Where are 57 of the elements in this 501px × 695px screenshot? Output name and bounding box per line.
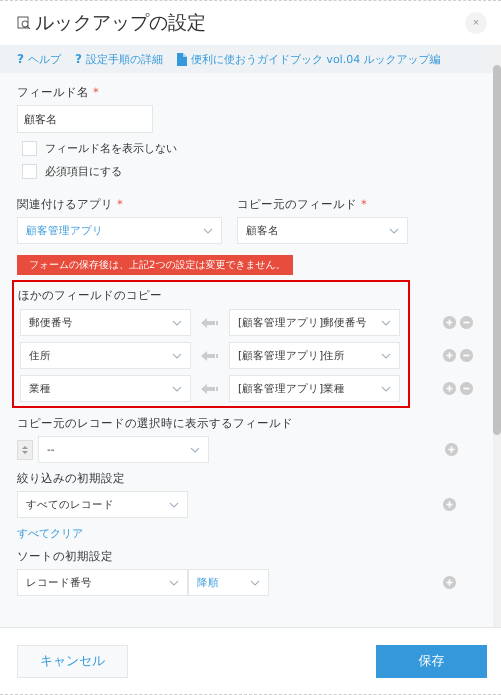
checkbox[interactable] bbox=[22, 141, 37, 156]
chevron-down-icon bbox=[381, 386, 391, 392]
chevron-down-icon bbox=[169, 502, 179, 508]
field-label: コピー元のフィールド bbox=[237, 197, 357, 212]
add-icon[interactable] bbox=[443, 498, 456, 511]
dropdown[interactable]: 業種 bbox=[20, 375, 191, 402]
dropdown[interactable]: 住所 bbox=[20, 342, 191, 369]
scrollbar[interactable] bbox=[493, 45, 501, 627]
input-field[interactable]: 顧客名 bbox=[17, 105, 153, 133]
dropdown[interactable]: レコード番号 bbox=[17, 569, 188, 596]
chevron-down-icon bbox=[169, 580, 179, 586]
warning-banner: フォームの保存後は、上記2つの設定は変更できません。 bbox=[17, 255, 294, 275]
chevron-down-icon bbox=[389, 228, 399, 234]
checkbox[interactable] bbox=[22, 164, 37, 179]
help-icon: ? bbox=[17, 52, 24, 66]
dropdown[interactable]: [顧客管理アプリ]住所 bbox=[229, 342, 400, 369]
dropdown[interactable]: [顧客管理アプリ]郵便番号 bbox=[229, 309, 400, 336]
add-icon[interactable] bbox=[443, 576, 456, 589]
dropdown[interactable]: [顧客管理アプリ]業種 bbox=[229, 375, 400, 402]
chevron-down-icon bbox=[190, 446, 200, 452]
section-label: コピー元のレコードの選択時に表示するフィールド bbox=[17, 416, 293, 431]
chevron-down-icon bbox=[172, 320, 182, 326]
sort-handle-icon[interactable] bbox=[17, 440, 33, 460]
section-label: 絞り込みの初期設定 bbox=[17, 471, 125, 486]
dialog-title: ルックアップの設定 bbox=[35, 11, 207, 36]
arrow-left-icon bbox=[201, 350, 219, 360]
arrow-left-icon bbox=[201, 318, 219, 328]
chevron-down-icon bbox=[250, 580, 260, 586]
add-icon[interactable] bbox=[443, 382, 456, 395]
arrow-left-icon bbox=[201, 384, 219, 394]
chevron-down-icon bbox=[172, 386, 182, 392]
checkbox-label: 必須項目にする bbox=[45, 164, 122, 179]
dropdown[interactable]: 顧客名 bbox=[237, 217, 408, 244]
add-icon[interactable] bbox=[445, 443, 458, 456]
required-mark: * bbox=[117, 197, 123, 212]
section-label: ほかのフィールドのコピー bbox=[18, 288, 162, 303]
add-icon[interactable] bbox=[443, 316, 456, 329]
dropdown[interactable]: すべてのレコード bbox=[17, 491, 188, 518]
chevron-down-icon bbox=[381, 320, 391, 326]
remove-icon[interactable] bbox=[460, 316, 473, 329]
add-icon[interactable] bbox=[443, 349, 456, 362]
field-label: 関連付けるアプリ bbox=[17, 197, 113, 212]
lookup-icon bbox=[17, 16, 31, 30]
checkbox-label: フィールド名を表示しない bbox=[45, 141, 177, 156]
dropdown[interactable]: -- bbox=[38, 436, 209, 463]
document-icon bbox=[176, 52, 187, 66]
section-label: ソートの初期設定 bbox=[17, 549, 113, 564]
remove-icon[interactable] bbox=[460, 382, 473, 395]
chevron-down-icon bbox=[172, 352, 182, 358]
remove-icon[interactable] bbox=[460, 349, 473, 362]
dropdown[interactable]: 郵便番号 bbox=[20, 309, 191, 336]
chevron-down-icon bbox=[381, 352, 391, 358]
field-label: フィールド名 bbox=[17, 85, 89, 100]
required-mark: * bbox=[361, 197, 367, 212]
required-mark: * bbox=[93, 85, 99, 100]
help-icon: ? bbox=[74, 52, 82, 66]
chevron-down-icon bbox=[203, 228, 213, 234]
